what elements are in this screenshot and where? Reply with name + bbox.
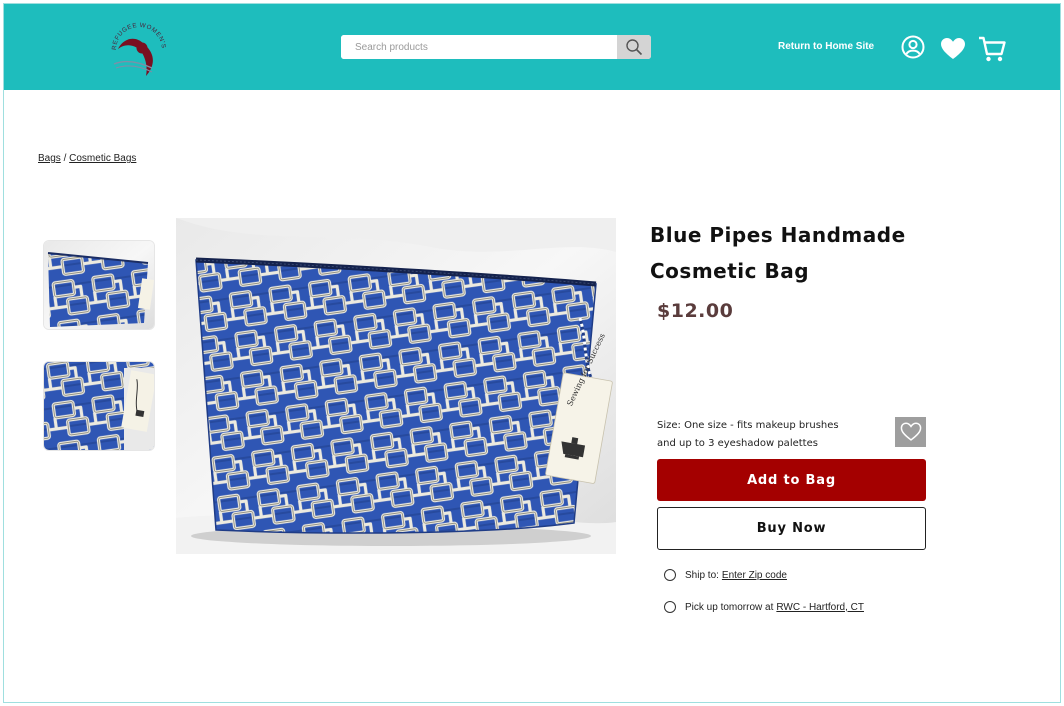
size-info-line-2: and up to 3 eyeshadow palettes (657, 438, 818, 449)
ship-radio[interactable] (664, 569, 676, 581)
search-input[interactable] (341, 35, 617, 59)
pickup-option: Pick up tomorrow at RWC - Hartford, CT (664, 601, 864, 613)
page-frame: REFUGEE WOMEN'S CENTER Return to Home Si… (3, 3, 1061, 703)
logo[interactable]: REFUGEE WOMEN'S CENTER (101, 11, 174, 82)
thumbnail-bag-front[interactable] (43, 240, 155, 330)
pickup-label: Pick up tomorrow at (685, 601, 774, 613)
pickup-location-link[interactable]: RWC - Hartford, CT (776, 602, 864, 613)
user-icon[interactable] (901, 35, 925, 64)
ship-option: Ship to: Enter Zip code (664, 569, 787, 581)
return-home-link[interactable]: Return to Home Site (778, 41, 874, 52)
breadcrumb-bags[interactable]: Bags (38, 153, 61, 164)
zip-code-link[interactable]: Enter Zip code (722, 570, 787, 581)
heart-icon[interactable] (940, 37, 966, 66)
search-bar (341, 35, 651, 59)
add-to-bag-button[interactable]: Add to Bag (657, 459, 926, 501)
buy-now-button[interactable]: Buy Now (657, 507, 926, 550)
product-title: Blue Pipes Handmade Cosmetic Bag (650, 217, 940, 289)
size-info: Size: One size - fits makeup brushes and… (657, 417, 877, 453)
product-price: $12.00 (657, 300, 734, 322)
size-info-line-1: Size: One size - fits makeup brushes (657, 420, 839, 431)
product-title-line-2: Cosmetic Bag (650, 259, 810, 283)
breadcrumb-cosmetic-bags[interactable]: Cosmetic Bags (69, 153, 136, 164)
search-icon[interactable] (617, 35, 651, 59)
heart-outline-icon (900, 422, 921, 441)
cart-icon[interactable] (977, 34, 1007, 69)
wishlist-button[interactable] (895, 417, 926, 447)
thumbnail-bag-closeup[interactable] (43, 361, 155, 451)
site-header: REFUGEE WOMEN'S CENTER Return to Home Si… (4, 4, 1060, 90)
product-title-line-1: Blue Pipes Handmade (650, 223, 906, 247)
breadcrumb: Bags / Cosmetic Bags (38, 153, 136, 164)
main-product-image: Sewing for Success (176, 218, 616, 554)
ship-label: Ship to: (685, 569, 719, 581)
pickup-radio[interactable] (664, 601, 676, 613)
breadcrumb-separator: / (63, 153, 67, 164)
